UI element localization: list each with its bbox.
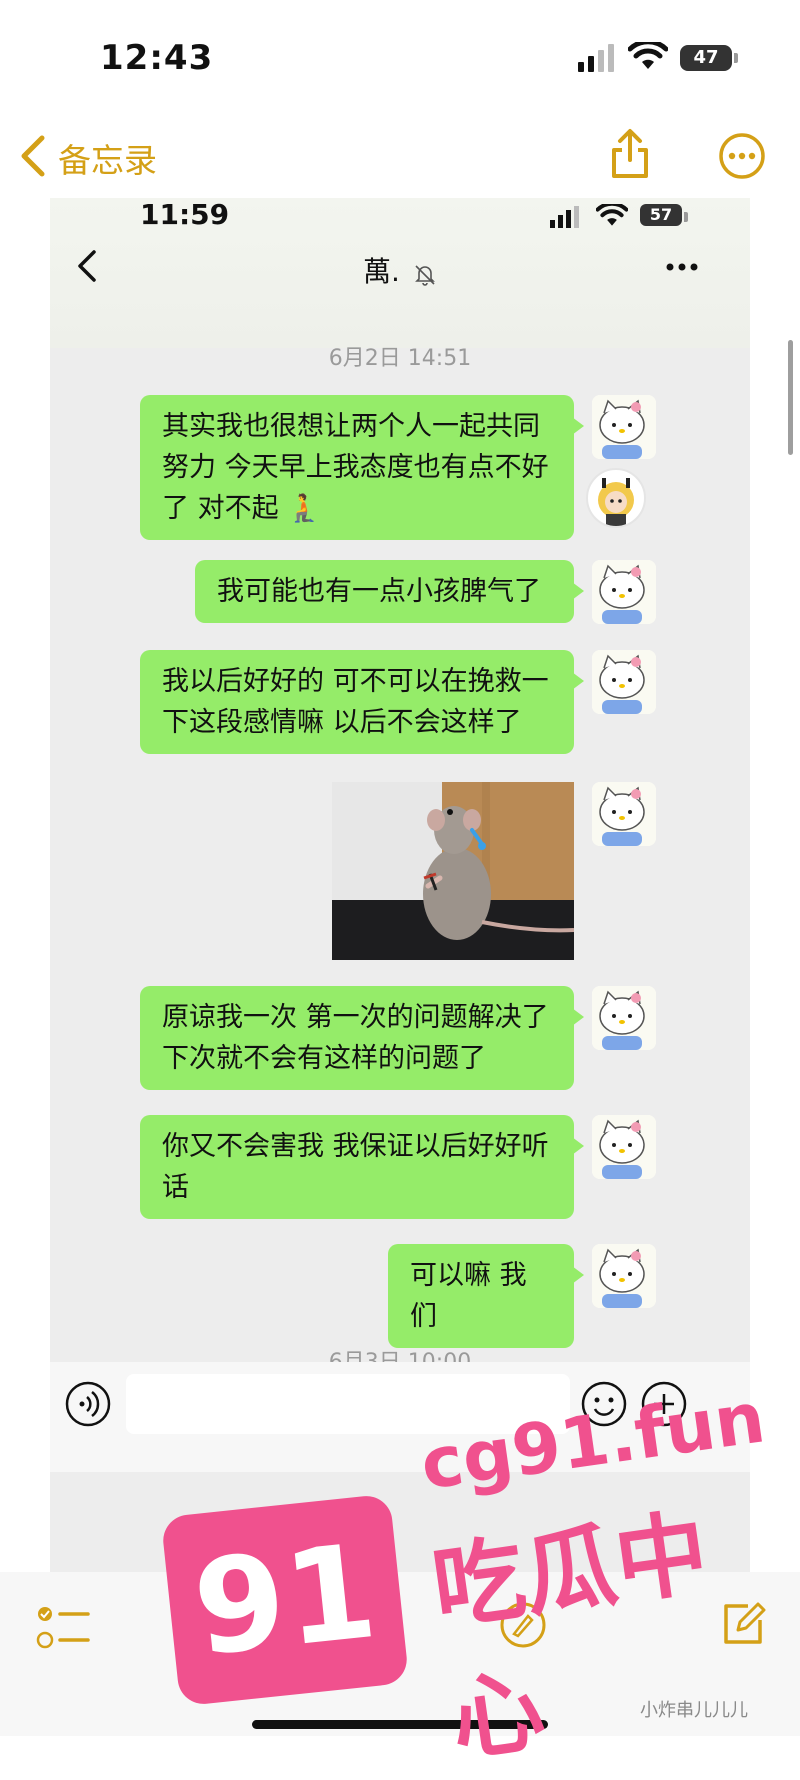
- inner-battery-indicator: 57: [640, 204, 688, 226]
- avatar[interactable]: [592, 986, 656, 1050]
- message-bubble[interactable]: 我以后好好的 可不可以在挽救一下这段感情嘛 以后不会这样了: [140, 650, 584, 754]
- scroll-indicator[interactable]: [788, 340, 793, 455]
- reaction-avatar: [586, 468, 646, 528]
- status-time: 12:43: [100, 38, 214, 78]
- chat-title-wrap: 萬.: [50, 250, 750, 291]
- share-icon[interactable]: [608, 128, 652, 184]
- wifi-icon: [627, 39, 669, 76]
- message-bubble[interactable]: 原谅我一次 第一次的问题解决了 下次就不会有这样的问题了: [140, 986, 584, 1090]
- credit-text: 小炸串儿儿儿: [640, 1700, 748, 1721]
- message-bubble[interactable]: 其实我也很想让两个人一起共同努力 今天早上我态度也有点不好了 对不起 🧎: [140, 395, 584, 540]
- embedded-chat-screenshot: 11:59 57 萬. 6月2日 14:51 其实我也很想让两个人一起共同努力 …: [50, 198, 750, 1572]
- avatar[interactable]: [592, 1244, 656, 1308]
- avatar[interactable]: [592, 560, 656, 624]
- message-bubble[interactable]: 可以嘛 我们: [388, 1244, 584, 1348]
- back-button-label[interactable]: 备忘录: [58, 134, 157, 182]
- message-bubble[interactable]: 你又不会害我 我保证以后好好听话: [140, 1115, 584, 1219]
- checklist-icon[interactable]: [36, 1602, 90, 1658]
- inner-cellular-signal-icon: [550, 206, 584, 232]
- battery-indicator: 47: [680, 45, 738, 71]
- chat-title: 萬.: [363, 255, 400, 288]
- avatar[interactable]: [592, 1115, 656, 1179]
- message-bubble[interactable]: 我可能也有一点小孩脾气了: [195, 560, 584, 623]
- inner-status-time: 11:59: [140, 198, 230, 231]
- mute-bell-icon: [413, 263, 437, 291]
- cellular-signal-icon: [578, 44, 618, 76]
- chat-more-icon[interactable]: [664, 258, 700, 277]
- inner-wifi-icon: [595, 201, 629, 232]
- voice-input-icon[interactable]: [64, 1380, 112, 1432]
- watermark-number: 91: [187, 1514, 383, 1686]
- back-chevron-icon[interactable]: [18, 134, 48, 182]
- avatar[interactable]: [592, 782, 656, 846]
- watermark-label: 吃瓜中心: [426, 1498, 715, 1775]
- avatar[interactable]: [592, 395, 656, 459]
- more-options-icon[interactable]: [718, 132, 766, 184]
- avatar[interactable]: [592, 650, 656, 714]
- image-message-rat-photo[interactable]: [332, 782, 574, 960]
- message-timestamp: 6月2日 14:51: [328, 346, 472, 371]
